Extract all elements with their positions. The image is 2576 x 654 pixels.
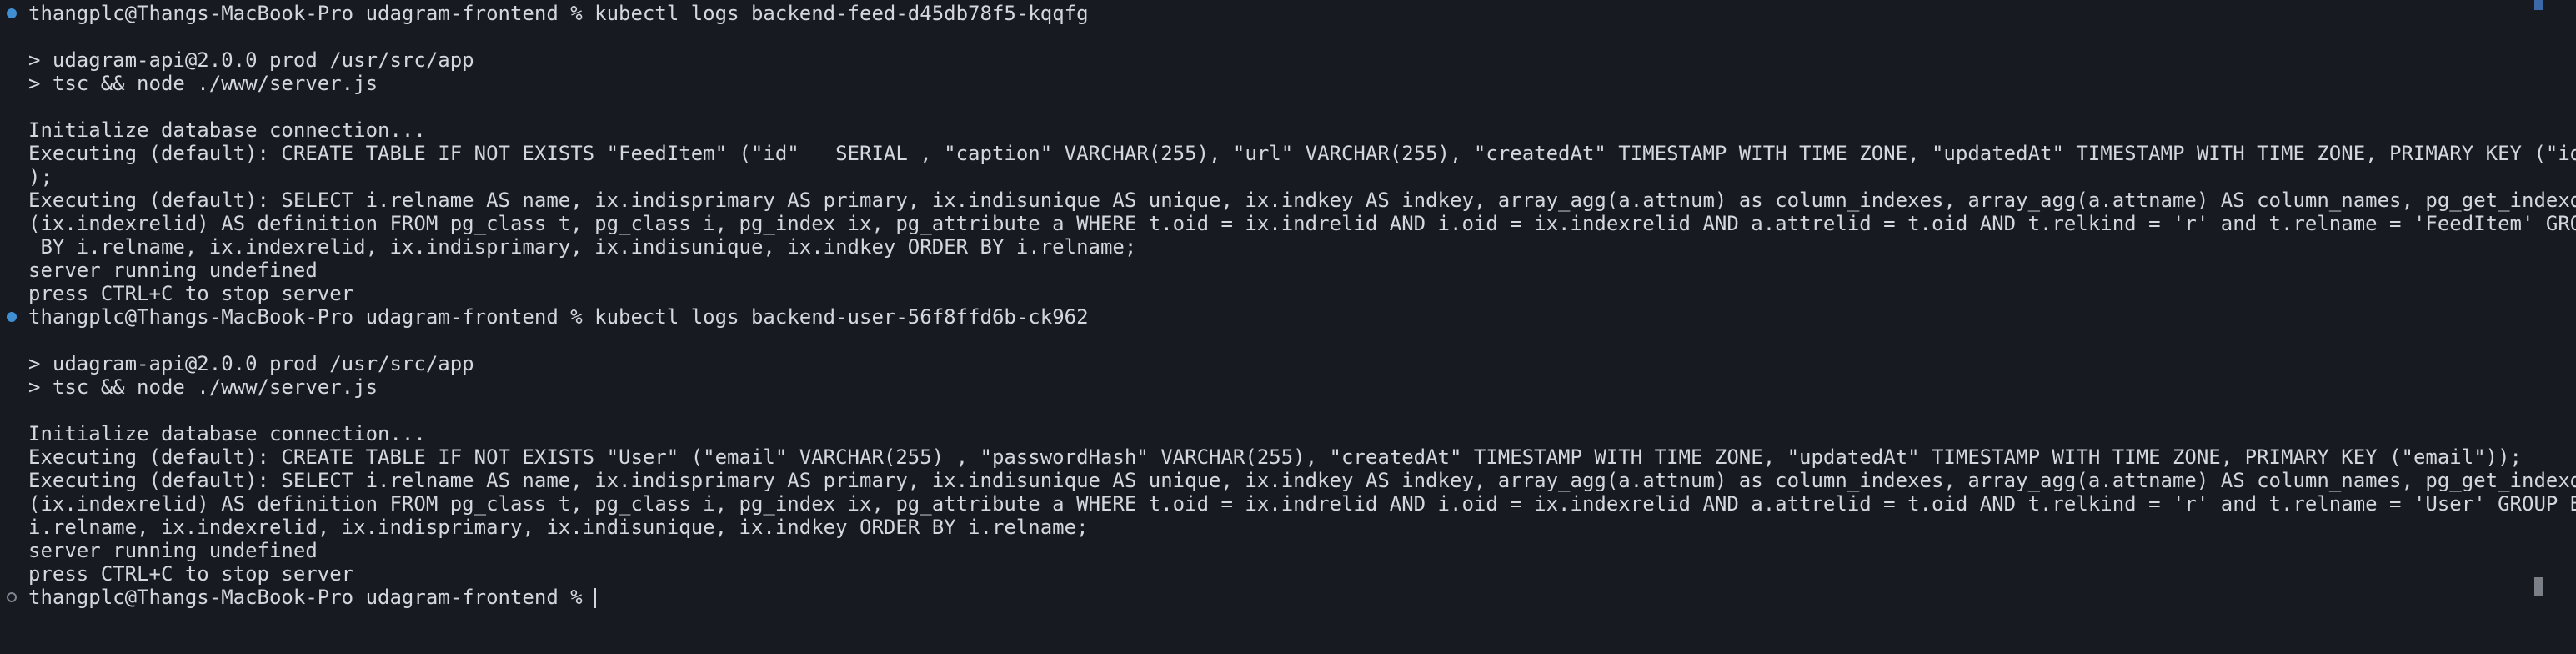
output-line: Executing (default): SELECT i.relname AS… xyxy=(28,189,2576,212)
output-line: press CTRL+C to stop server xyxy=(28,282,354,305)
output-line: > tsc && node ./www/server.js xyxy=(28,72,378,95)
output-line: Initialize database connection... xyxy=(28,118,426,142)
terminal-window[interactable]: thangplc@Thangs-MacBook-Pro udagram-fron… xyxy=(0,0,2576,654)
shell-prompt: thangplc@Thangs-MacBook-Pro udagram-fron… xyxy=(28,586,595,609)
output-line: ); xyxy=(28,165,53,189)
output-line: press CTRL+C to stop server xyxy=(28,562,354,586)
shell-prompt: thangplc@Thangs-MacBook-Pro udagram-fron… xyxy=(28,305,595,329)
output-line: server running undefined xyxy=(28,259,318,282)
command-status-done-icon[interactable] xyxy=(7,8,17,18)
output-line: Executing (default): CREATE TABLE IF NOT… xyxy=(28,142,2576,165)
command-line: thangplc@Thangs-MacBook-Pro udagram-fron… xyxy=(7,305,2521,329)
shell-prompt: thangplc@Thangs-MacBook-Pro udagram-fron… xyxy=(28,2,595,25)
output-line: BY i.relname, ix.indexrelid, ix.indispri… xyxy=(28,235,1137,259)
output-line: Executing (default): SELECT i.relname AS… xyxy=(28,469,2576,492)
command-status-done-icon[interactable] xyxy=(7,312,17,322)
scrollbar-marker-top xyxy=(2534,0,2543,10)
output-line: (ix.indexrelid) AS definition FROM pg_cl… xyxy=(28,212,2576,235)
output-line: i.relname, ix.indexrelid, ix.indisprimar… xyxy=(28,516,1089,539)
command-line: thangplc@Thangs-MacBook-Pro udagram-fron… xyxy=(7,2,2521,25)
output-line: (ix.indexrelid) AS definition FROM pg_cl… xyxy=(28,492,2576,516)
output-line: Initialize database connection... xyxy=(28,422,426,445)
command-line: thangplc@Thangs-MacBook-Pro udagram-fron… xyxy=(7,586,2521,609)
scrollbar[interactable] xyxy=(2534,0,2543,654)
output-line: > tsc && node ./www/server.js xyxy=(28,375,378,399)
command-status-pending-icon[interactable] xyxy=(7,592,17,602)
terminal-output[interactable]: thangplc@Thangs-MacBook-Pro udagram-fron… xyxy=(7,2,2576,609)
scrollbar-thumb[interactable] xyxy=(2534,577,2543,596)
output-line: server running undefined xyxy=(28,539,318,562)
output-line: > udagram-api@2.0.0 prod /usr/src/app xyxy=(28,48,474,72)
output-line: Executing (default): CREATE TABLE IF NOT… xyxy=(28,445,2522,469)
text-cursor[interactable] xyxy=(594,588,597,608)
shell-command: kubectl logs backend-feed-d45db78f5-kqqf… xyxy=(594,2,1089,25)
shell-command: kubectl logs backend-user-56f8ffd6b-ck96… xyxy=(594,305,1089,329)
output-line: > udagram-api@2.0.0 prod /usr/src/app xyxy=(28,352,474,375)
